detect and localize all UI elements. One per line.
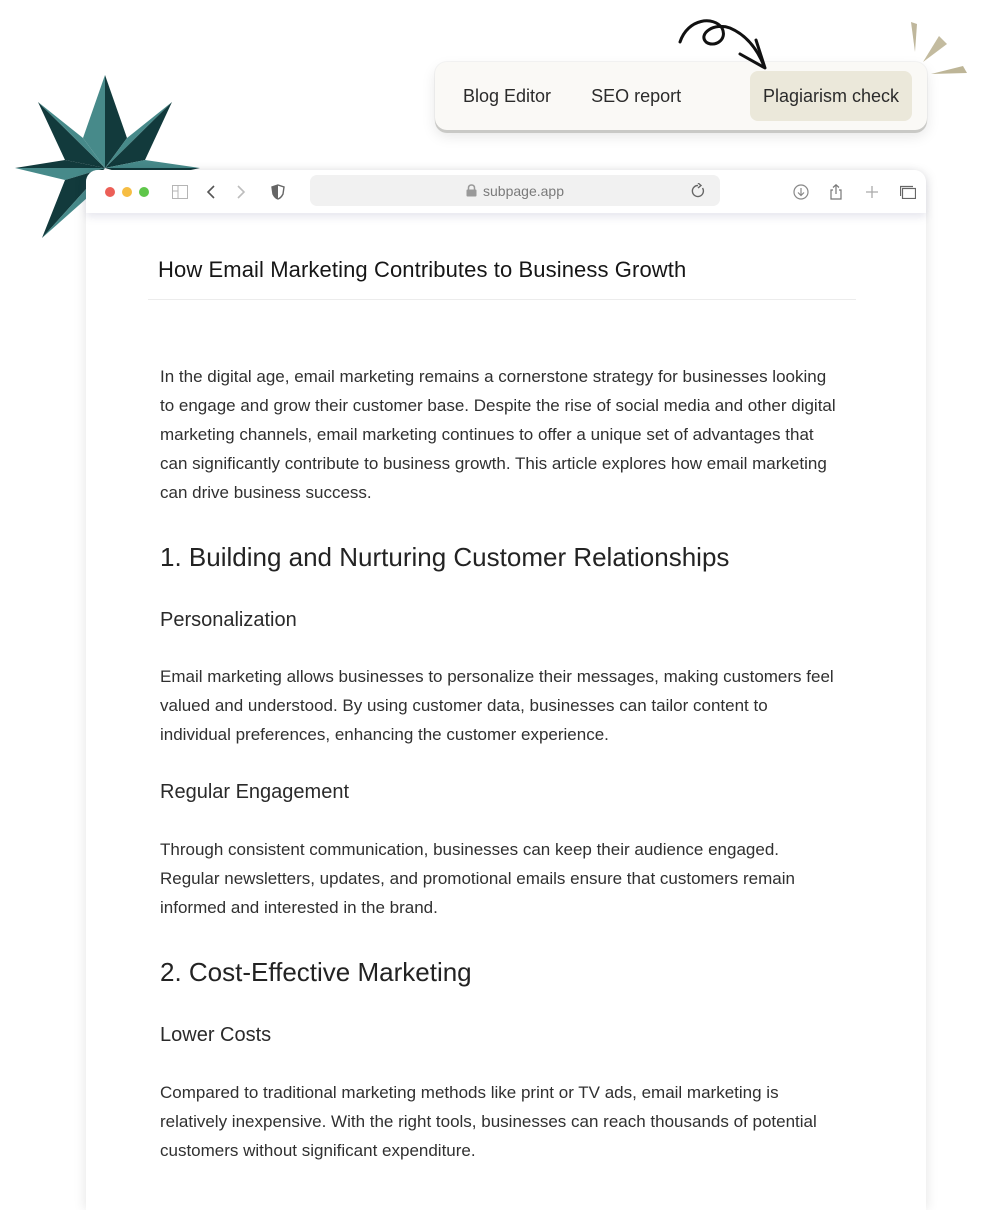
tab-seo-report[interactable]: SEO report <box>575 71 697 121</box>
zoom-window-button[interactable] <box>139 187 149 197</box>
article-body[interactable]: In the digital age, email marketing rema… <box>160 362 840 1165</box>
section-heading: 2. Cost-Effective Marketing <box>160 957 472 987</box>
scribble-arrow-icon <box>678 19 767 70</box>
tab-plagiarism-check[interactable]: Plagiarism check <box>749 71 912 121</box>
shield-icon[interactable] <box>268 182 288 202</box>
new-tab-icon[interactable] <box>862 182 882 202</box>
subsection-paragraph: Through consistent communication, busine… <box>160 840 795 917</box>
subsection-paragraph: Compared to traditional marketing method… <box>160 1083 817 1160</box>
subsection-paragraph: Email marketing allows businesses to per… <box>160 667 834 744</box>
tab-blog-editor[interactable]: Blog Editor <box>447 71 567 121</box>
document-title: How Email Marketing Contributes to Busin… <box>148 240 856 300</box>
sidebar-icon[interactable] <box>170 182 190 202</box>
browser-toolbar: subpage.app <box>86 170 926 213</box>
sparkle-icon <box>911 22 967 74</box>
lock-icon <box>466 184 477 197</box>
reload-icon[interactable] <box>688 181 708 201</box>
intro-paragraph: In the digital age, email marketing rema… <box>160 367 836 502</box>
subsection-heading: Lower Costs <box>160 1024 272 1046</box>
subsection-heading: Personalization <box>160 609 297 631</box>
browser-window: subpage.app How Email Marketing Contribu… <box>86 170 926 1210</box>
subsection-heading: Regular Engagement <box>160 781 350 803</box>
download-icon[interactable] <box>791 182 811 202</box>
back-icon[interactable] <box>201 182 221 202</box>
close-window-button[interactable] <box>105 187 115 197</box>
address-bar[interactable]: subpage.app <box>310 175 720 206</box>
share-icon[interactable] <box>826 182 846 202</box>
url-text: subpage.app <box>483 182 564 199</box>
section-heading: 1. Building and Nurturing Customer Relat… <box>160 542 730 572</box>
tab-overview-icon[interactable] <box>898 182 918 202</box>
forward-icon[interactable] <box>231 182 251 202</box>
minimize-window-button[interactable] <box>122 187 132 197</box>
